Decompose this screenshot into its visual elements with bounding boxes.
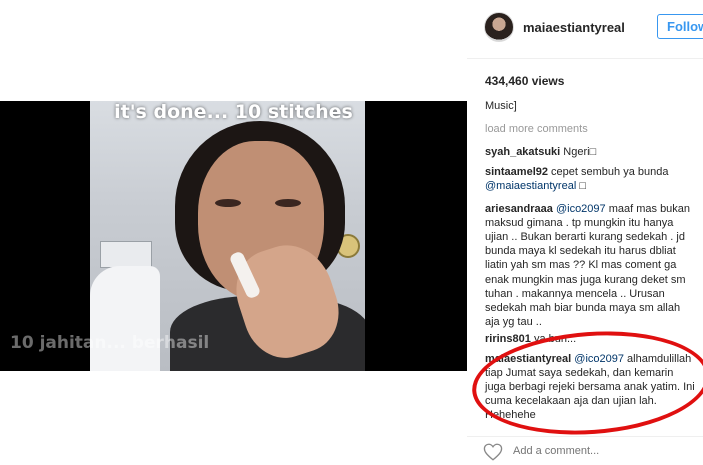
- post-sidebar: maiaestiantyreal Follow 434,460 views Mu…: [467, 0, 703, 465]
- comment-list: Music] load more comments syah_akatsuki …: [485, 99, 703, 423]
- truncated-caption: Music]: [485, 100, 517, 112]
- comment-username[interactable]: syah_akatsuki: [485, 146, 560, 158]
- comment-item: sintaamel92 cepet sembuh ya bunda @maiae…: [485, 165, 695, 193]
- add-comment-input[interactable]: [511, 444, 695, 458]
- video-caption-top: it's done... 10 stitches: [114, 101, 353, 123]
- comment-text: Ngeri□: [563, 146, 597, 158]
- comment-text: maaf mas bukan maksud gimana . tp mungki…: [485, 202, 691, 329]
- comment-username[interactable]: sintaamel92: [485, 166, 548, 178]
- comment-item: syah_akatsuki Ngeri□: [485, 145, 695, 159]
- right-eye: [275, 199, 301, 207]
- post-video[interactable]: it's done... 10 stitches 10 jahitan... b…: [0, 101, 467, 371]
- left-eye: [215, 199, 241, 207]
- comment-text: cepet sembuh ya bunda: [551, 166, 669, 179]
- comment-username[interactable]: maiaestiantyreal: [485, 353, 571, 365]
- video-caption-bottom: 10 jahitan... berhasil: [10, 333, 210, 353]
- heart-icon[interactable]: [483, 443, 503, 461]
- comment-text-suffix: □: [579, 180, 586, 193]
- view-count: 434,460 views: [485, 74, 565, 88]
- load-more-comments-link[interactable]: load more comments: [485, 122, 703, 136]
- avatar[interactable]: [484, 12, 514, 42]
- post-header: maiaestiantyreal Follow: [467, 0, 703, 59]
- pillow: [90, 266, 160, 371]
- comment-item-highlighted: maiaestiantyreal @ico2097 alhamdulillah …: [485, 352, 695, 423]
- comment-mention[interactable]: @ico2097: [556, 203, 606, 215]
- follow-button[interactable]: Follow: [657, 14, 703, 39]
- video-frame: [90, 101, 365, 371]
- comment-username[interactable]: ariesandraaa: [485, 203, 553, 215]
- username-link[interactable]: maiaestiantyreal: [523, 20, 625, 35]
- wall-outlet: [100, 241, 152, 268]
- comment-mention[interactable]: @ico2097: [574, 353, 624, 365]
- comment-mention[interactable]: @maiaestiantyreal: [485, 180, 576, 192]
- comment-footer: [467, 436, 703, 465]
- page: it's done... 10 stitches 10 jahitan... b…: [0, 0, 703, 465]
- comment-item: ariesandraaa @ico2097 maaf mas bukan mak…: [485, 202, 695, 330]
- comment-text: ya bun...: [533, 333, 577, 346]
- comment-item: ririns801 ya bun...: [485, 332, 695, 346]
- comment-username[interactable]: ririns801: [485, 333, 531, 345]
